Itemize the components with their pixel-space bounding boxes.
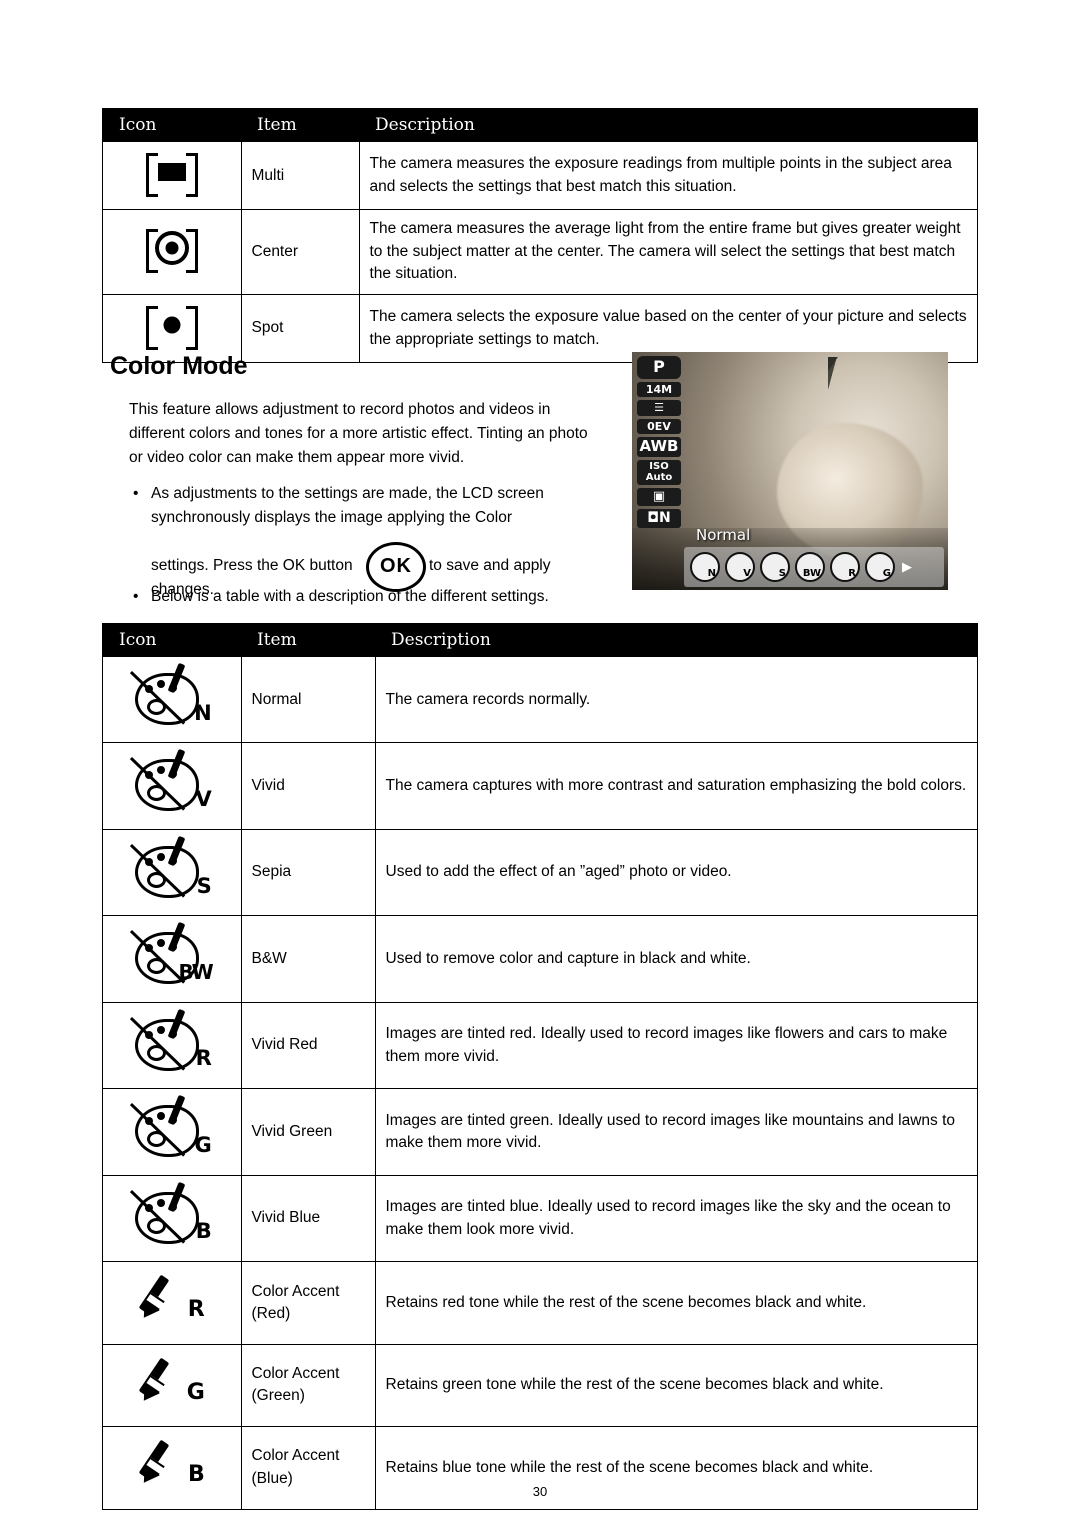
column-header-description: Description <box>375 623 978 657</box>
icon-letter: R <box>187 1297 205 1323</box>
ok-instruction-before: settings. Press the OK button <box>151 557 353 575</box>
icon-letter: N <box>194 700 212 725</box>
strip-option-r[interactable]: R <box>830 552 860 582</box>
color-mode-selector-strip[interactable]: N V S BW R G ▶ <box>684 547 944 587</box>
icon-letter: G <box>186 1379 205 1405</box>
metering-multi-icon <box>102 140 242 211</box>
table-row: G Vivid Green Images are tinted green. I… <box>102 1088 978 1176</box>
table-row: N Normal The camera records normally. <box>102 655 978 744</box>
strip-next-arrow-icon[interactable]: ▶ <box>902 559 912 575</box>
icon-letter: R <box>195 1046 212 1071</box>
icon-letter: G <box>194 1132 212 1157</box>
item-label: Color Accent (Green) <box>240 1343 376 1428</box>
column-header-description: Description <box>359 108 978 142</box>
color-mode-vivid-icon: V <box>102 742 242 830</box>
color-mode-vivid-red-icon: R <box>102 1001 242 1090</box>
item-label: Vivid Green <box>240 1088 376 1176</box>
table-header-row: Icon Item Description <box>102 623 978 657</box>
table-row: S Sepia Used to add the effect of an ”ag… <box>102 828 978 917</box>
description-text: Used to remove color and capture in blac… <box>374 915 978 1003</box>
color-modes-table: Icon Item Description N Normal The camer… <box>102 623 978 1510</box>
item-label: Color Accent (Red) <box>240 1261 376 1345</box>
iso-auto-icon: ISO Auto <box>637 460 681 486</box>
document-page: Icon Item Description Multi The camera m… <box>0 0 1080 1527</box>
item-label: Sepia <box>240 828 376 917</box>
resolution-14m-icon: 14M <box>637 381 681 398</box>
item-label: Center <box>240 209 360 295</box>
description-text: Images are tinted blue. Ideally used to … <box>374 1174 978 1263</box>
icon-letter: S <box>196 873 212 898</box>
item-label: Spot <box>240 293 360 364</box>
item-label: Vivid <box>240 742 376 830</box>
page-title: Color Mode <box>110 352 248 380</box>
column-header-item: Item <box>241 108 359 142</box>
exposure-ev-icon: 0EV <box>637 418 681 435</box>
strip-option-s[interactable]: S <box>760 552 790 582</box>
item-label: Vivid Red <box>240 1001 376 1090</box>
color-accent-red-icon: R <box>102 1261 242 1345</box>
item-label: Normal <box>240 655 376 744</box>
intro-paragraph: This feature allows adjustment to record… <box>129 401 588 467</box>
bullet-line-2: synchronously displays the image applyin… <box>151 509 513 527</box>
color-mode-bw-icon: BW <box>102 915 242 1003</box>
table-row: Multi The camera measures the exposure r… <box>102 140 978 211</box>
table-row: R Color Accent (Red) Retains red tone whi… <box>102 1261 978 1345</box>
bullet-symbol: • <box>133 588 139 605</box>
strip-option-bw[interactable]: BW <box>795 552 825 582</box>
lcd-status-icons: P 14M ☰ 0EV AWB ISO Auto ▣ ◘N <box>637 356 693 531</box>
item-label: B&W <box>240 915 376 1003</box>
ok-button-instruction: settings. Press the OK button OK to save… <box>129 540 599 598</box>
color-mode-vivid-blue-icon: B <box>102 1174 242 1263</box>
color-accent-green-icon: G <box>102 1343 242 1428</box>
bullet-item-table-note: • Below is a table with a description of… <box>129 588 651 606</box>
table-row: B Vivid Blue Images are tinted blue. Ide… <box>102 1174 978 1263</box>
description-text: The camera measures the average light fr… <box>358 209 978 295</box>
mode-p-icon: P <box>637 356 681 379</box>
description-text: Images are tinted red. Ideally used to r… <box>374 1001 978 1090</box>
icon-letter: B <box>195 1219 212 1244</box>
bullet-line-1: As adjustments to the settings are made,… <box>151 485 544 503</box>
ok-button-icon[interactable]: OK <box>366 542 426 593</box>
item-label: Multi <box>240 140 360 211</box>
page-number: 30 <box>532 1484 548 1499</box>
bullet-item-lcd: • As adjustments to the settings are mad… <box>129 482 599 530</box>
description-text: The camera measures the exposure reading… <box>358 140 978 211</box>
description-text: Used to add the effect of an ”aged” phot… <box>374 828 978 917</box>
bullet-text: Below is a table with a description of t… <box>151 588 549 605</box>
description-text: Retains red tone while the rest of the s… <box>374 1261 978 1345</box>
column-header-item: Item <box>241 623 375 657</box>
bullet-symbol: • <box>133 485 139 503</box>
description-text: The camera records normally. <box>374 655 978 744</box>
table-header-row: Icon Item Description <box>102 108 978 142</box>
intro-text-block: This feature allows adjustment to record… <box>129 398 599 598</box>
current-color-mode-label: Normal <box>696 526 751 544</box>
color-mode-palette-icon: ◘N <box>637 508 681 528</box>
table-row: G Color Accent (Green) Retains green tone… <box>102 1343 978 1428</box>
table-row: BW B&W Used to remove color and capture … <box>102 915 978 1003</box>
item-label: Vivid Blue <box>240 1174 376 1263</box>
description-text: The camera captures with more contrast a… <box>374 742 978 830</box>
icon-letter: V <box>195 787 211 812</box>
table-row: V Vivid The camera captures with more co… <box>102 742 978 830</box>
strip-option-n[interactable]: N <box>690 552 720 582</box>
column-header-icon: Icon <box>102 623 241 657</box>
strip-option-g[interactable]: G <box>865 552 895 582</box>
metering-modes-table: Icon Item Description Multi The camera m… <box>102 108 978 364</box>
description-text: Images are tinted green. Ideally used to… <box>374 1088 978 1176</box>
color-mode-sepia-icon: S <box>102 828 242 917</box>
color-mode-normal-icon: N <box>102 655 242 744</box>
lcd-screen-preview: P 14M ☰ 0EV AWB ISO Auto ▣ ◘N Normal N V … <box>632 352 948 590</box>
color-mode-vivid-green-icon: G <box>102 1088 242 1176</box>
metering-center-icon <box>102 209 242 295</box>
ok-instruction-after: to save and apply <box>429 557 551 575</box>
table-row: R Vivid Red Images are tinted red. Ideal… <box>102 1001 978 1090</box>
quality-icon: ☰ <box>637 400 681 416</box>
metering-icon: ▣ <box>637 488 681 506</box>
icon-letter: BW <box>178 960 214 985</box>
description-text: Retains green tone while the rest of the… <box>374 1343 978 1428</box>
white-balance-awb-icon: AWB <box>637 437 681 458</box>
table-row: Center The camera measures the average l… <box>102 209 978 295</box>
column-header-icon: Icon <box>102 108 241 142</box>
strip-option-v[interactable]: V <box>725 552 755 582</box>
